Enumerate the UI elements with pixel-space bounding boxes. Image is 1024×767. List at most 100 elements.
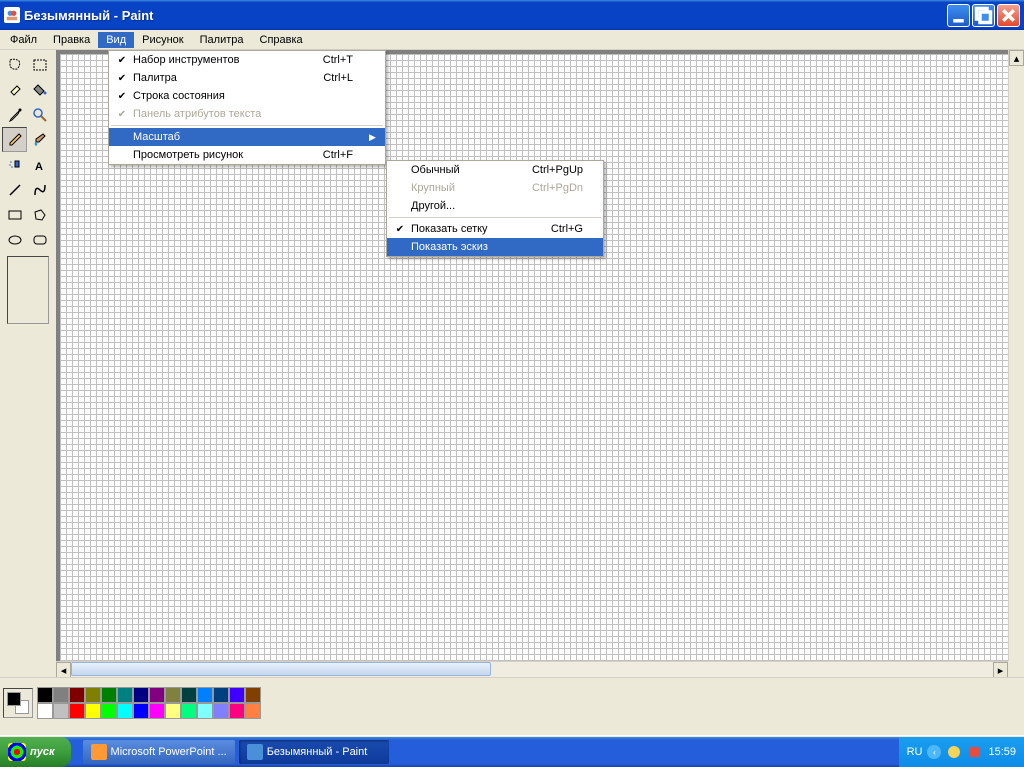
current-colors[interactable] [3,688,33,718]
filler [0,727,1024,735]
color-swatch[interactable] [37,703,53,719]
taskbar: пуск Microsoft PowerPoint ... Безымянный… [0,737,1024,767]
color-palette [37,687,261,719]
tool-free-select[interactable] [2,52,27,77]
maximize-button[interactable] [972,4,995,27]
color-swatch[interactable] [85,703,101,719]
scrollbar-vertical[interactable]: ▴ [1008,50,1024,661]
color-swatch[interactable] [181,703,197,719]
scroll-left-arrow[interactable]: ◂ [56,662,71,677]
color-swatch[interactable] [133,687,149,703]
taskbar-item-powerpoint[interactable]: Microsoft PowerPoint ... [83,740,235,764]
tool-picker[interactable] [2,102,27,127]
tray-icon-2[interactable] [967,744,983,760]
color-swatch[interactable] [53,703,69,719]
tool-fill[interactable] [27,77,52,102]
color-swatch[interactable] [117,687,133,703]
menu-item-zoom[interactable]: Масштаб▶ [109,128,385,146]
color-swatch[interactable] [181,687,197,703]
scrollbar-horizontal[interactable]: ◂ ▸ [56,661,1008,677]
menubar: Файл Правка Вид Рисунок Палитра Справка [0,30,1024,50]
color-swatch[interactable] [229,703,245,719]
tool-rect-select[interactable] [27,52,52,77]
tool-brush[interactable] [27,127,52,152]
tool-magnify[interactable] [27,102,52,127]
color-swatch[interactable] [69,687,85,703]
window-title: Безымянный - Paint [24,8,947,23]
color-swatch[interactable] [165,687,181,703]
paint-icon [247,744,263,760]
tool-polygon[interactable] [27,202,52,227]
scroll-thumb[interactable] [71,662,491,676]
system-tray: RU ‹ 15:59 [899,737,1024,767]
menu-item-toolbox[interactable]: ✔Набор инструментовCtrl+T [109,51,385,69]
language-indicator[interactable]: RU [907,746,923,758]
color-swatch[interactable] [69,703,85,719]
color-swatch[interactable] [197,687,213,703]
menu-item-statusbar[interactable]: ✔Строка состояния [109,87,385,105]
menu-separator [111,125,383,126]
menu-item-text-toolbar: ✔Панель атрибутов текста [109,105,385,123]
menu-item-zoom-large: КрупныйCtrl+PgDn [387,179,603,197]
menu-separator [389,217,601,218]
powerpoint-icon [91,744,107,760]
titlebar: Безымянный - Paint [0,0,1024,30]
minimize-button[interactable] [947,4,970,27]
scroll-right-arrow[interactable]: ▸ [993,662,1008,677]
color-swatch[interactable] [85,687,101,703]
scroll-up-arrow[interactable]: ▴ [1009,50,1024,66]
color-swatch[interactable] [245,703,261,719]
start-button[interactable]: пуск [0,737,71,767]
tray-expand-icon[interactable]: ‹ [927,745,941,759]
tool-pencil[interactable] [2,127,27,152]
color-swatch[interactable] [213,687,229,703]
tool-curve[interactable] [27,177,52,202]
color-swatch[interactable] [165,703,181,719]
menu-item-zoom-normal[interactable]: ОбычныйCtrl+PgUp [387,161,603,179]
tool-rectangle[interactable] [2,202,27,227]
scroll-corner [1008,661,1024,677]
tool-line[interactable] [2,177,27,202]
color-swatch[interactable] [245,687,261,703]
menu-item-show-thumbnail[interactable]: Показать эскиз [387,238,603,256]
color-swatch[interactable] [149,703,165,719]
color-swatch[interactable] [133,703,149,719]
tool-ellipse[interactable] [2,227,27,252]
menu-colors[interactable]: Палитра [192,32,252,48]
color-box [0,677,1024,727]
close-button[interactable] [997,4,1020,27]
tool-rounded-rect[interactable] [27,227,52,252]
color-swatch[interactable] [197,703,213,719]
menu-view[interactable]: Вид [98,32,134,48]
toolbox: A [0,50,56,677]
menu-item-colorbox[interactable]: ✔ПалитраCtrl+L [109,69,385,87]
color-swatch[interactable] [117,703,133,719]
color-swatch[interactable] [149,687,165,703]
windows-logo-icon [8,743,26,761]
view-menu-dropdown: ✔Набор инструментовCtrl+T ✔ПалитраCtrl+L… [108,50,386,165]
tool-airbrush[interactable] [2,152,27,177]
zoom-submenu: ОбычныйCtrl+PgUp КрупныйCtrl+PgDn Другой… [386,160,604,257]
menu-file[interactable]: Файл [2,32,45,48]
menu-image[interactable]: Рисунок [134,32,192,48]
color-swatch[interactable] [213,703,229,719]
svg-text:A: A [35,161,43,173]
menu-edit[interactable]: Правка [45,32,98,48]
clock[interactable]: 15:59 [988,746,1016,758]
color-swatch[interactable] [101,687,117,703]
menu-item-zoom-custom[interactable]: Другой... [387,197,603,215]
color-swatch[interactable] [37,687,53,703]
tool-text[interactable]: A [27,152,52,177]
taskbar-item-paint[interactable]: Безымянный - Paint [239,740,389,764]
tray-icon-1[interactable] [946,744,962,760]
tool-eraser[interactable] [2,77,27,102]
foreground-color [7,692,21,706]
app-icon [4,7,20,23]
color-swatch[interactable] [53,687,69,703]
menu-item-view-bitmap[interactable]: Просмотреть рисунокCtrl+F [109,146,385,164]
tool-options [7,256,49,324]
menu-help[interactable]: Справка [252,32,311,48]
color-swatch[interactable] [229,687,245,703]
menu-item-show-grid[interactable]: ✔Показать сеткуCtrl+G [387,220,603,238]
color-swatch[interactable] [101,703,117,719]
